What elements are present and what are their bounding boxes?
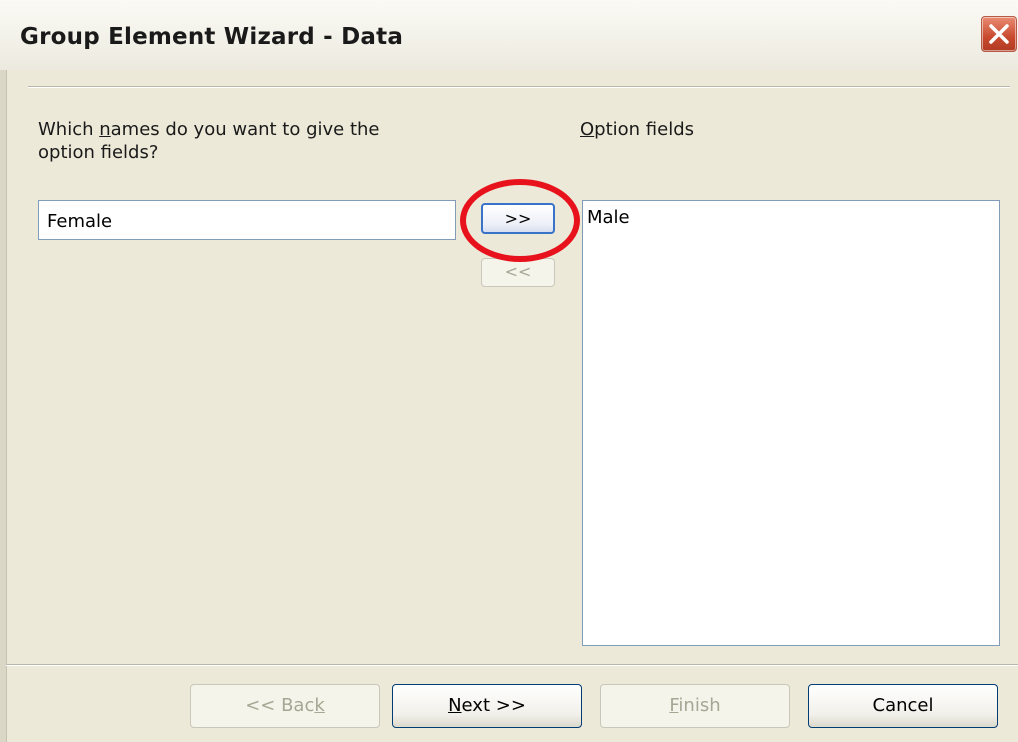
highlight-circle-annotation (460, 179, 580, 262)
finish-button[interactable]: Finish (600, 684, 790, 728)
remove-option-button[interactable]: << (481, 258, 555, 287)
option-fields-list[interactable]: Male (582, 200, 1000, 646)
option-fields-label: Option fields (580, 119, 695, 140)
close-icon (989, 24, 1009, 44)
window-title: Group Element Wizard - Data (20, 24, 404, 50)
close-button[interactable] (981, 16, 1017, 52)
window-left-border (0, 70, 7, 742)
bottom-separator (6, 664, 1018, 666)
list-item[interactable]: Male (587, 207, 630, 228)
names-question-line1: Which names do you want to give the (38, 119, 380, 140)
names-question-line2: option fields? (38, 142, 159, 163)
back-button[interactable]: << Back (190, 684, 380, 728)
top-separator (28, 86, 1010, 88)
cancel-button[interactable]: Cancel (808, 684, 998, 728)
title-bar[interactable]: Group Element Wizard - Data (0, 0, 1018, 70)
next-button[interactable]: Next >> (392, 684, 582, 728)
option-name-input[interactable]: Female (38, 200, 456, 240)
wizard-window: Group Element Wizard - Data Which names … (0, 0, 1018, 742)
